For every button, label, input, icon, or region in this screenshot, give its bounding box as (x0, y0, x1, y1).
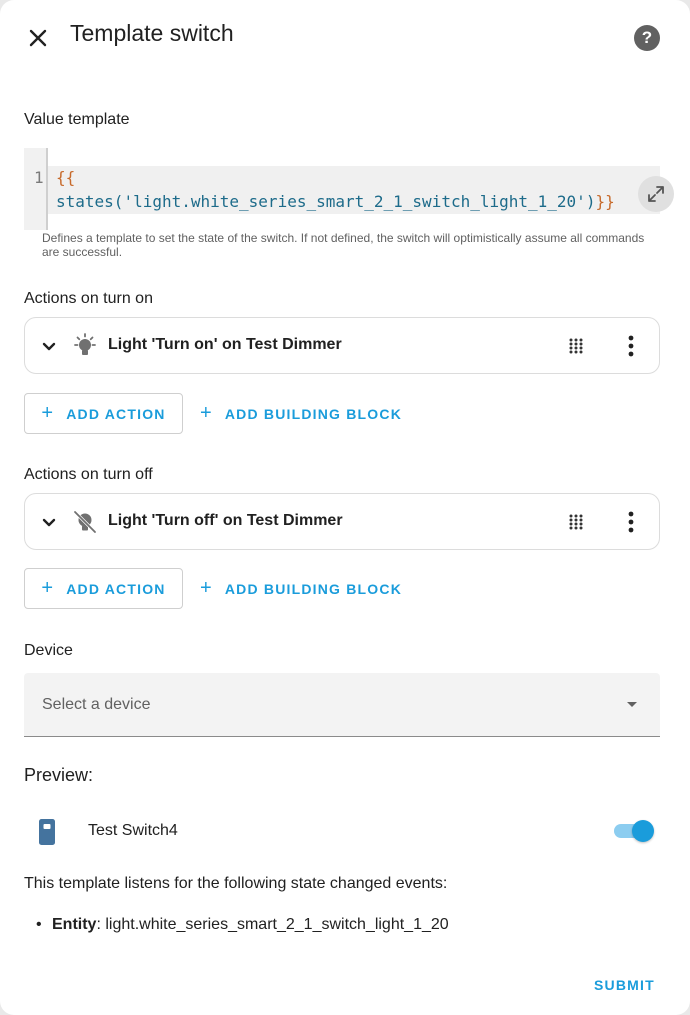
add-action-label: ADD ACTION (66, 580, 166, 597)
code-brace-close: }} (595, 192, 615, 211)
chevron-down-icon[interactable] (39, 512, 59, 532)
device-label: Device (24, 642, 73, 659)
plus-icon: + (199, 577, 213, 599)
code-line-2: states('light.white_series_smart_2_1_swi… (56, 192, 615, 211)
dialog-header: Template switch ? (0, 0, 690, 76)
turn-on-action-label: Light 'Turn on' on Test Dimmer (108, 336, 342, 353)
value-template-helper: Defines a template to set the state of t… (42, 231, 645, 259)
listened-entity-item: • Entity: light.white_series_smart_2_1_s… (36, 916, 449, 934)
code-function: states (56, 192, 114, 211)
submit-button[interactable]: SUBMIT (590, 975, 659, 995)
turn-on-action-card[interactable]: Light 'Turn on' on Test Dimmer (24, 317, 660, 374)
turn-on-add-building-block-button[interactable]: + ADD BUILDING BLOCK (196, 393, 406, 434)
listen-description: This template listens for the following … (24, 875, 448, 892)
code-content[interactable]: {{ states('light.white_series_smart_2_1_… (48, 166, 674, 214)
turn-off-add-building-block-button[interactable]: + ADD BUILDING BLOCK (196, 568, 406, 609)
line-number: 1 (34, 168, 44, 187)
help-icon[interactable]: ? (634, 25, 660, 51)
value-template-label: Value template (24, 111, 130, 128)
code-editor[interactable]: 1 {{ states('light.white_series_smart_2_… (24, 148, 674, 230)
entity-key: Entity (52, 916, 97, 933)
add-building-block-label: ADD BUILDING BLOCK (224, 580, 403, 597)
code-string: 'light.white_series_smart_2_1_switch_lig… (123, 192, 586, 211)
switch-icon (39, 819, 55, 845)
turn-off-action-card[interactable]: Light 'Turn off' on Test Dimmer (24, 493, 660, 550)
dropdown-arrow-icon (627, 702, 637, 707)
more-vert-icon[interactable] (621, 508, 641, 536)
turn-on-add-action-button[interactable]: + ADD ACTION (24, 393, 183, 434)
turn-off-add-action-button[interactable]: + ADD ACTION (24, 568, 183, 609)
plus-icon: + (41, 577, 55, 599)
add-action-label: ADD ACTION (66, 405, 166, 422)
more-vert-icon[interactable] (621, 332, 641, 360)
turn-off-action-label: Light 'Turn off' on Test Dimmer (108, 512, 343, 529)
turn-on-label: Actions on turn on (24, 290, 153, 307)
code-paren-open: ( (113, 192, 124, 211)
code-line-1: {{ (56, 168, 76, 187)
device-select-placeholder: Select a device (42, 696, 151, 713)
lightbulb-off-icon (73, 510, 97, 534)
bullet: • (36, 916, 42, 933)
device-select[interactable]: Select a device (24, 673, 660, 737)
lightbulb-on-icon (74, 333, 96, 355)
template-switch-dialog: Template switch ? Value template 1 {{ st… (0, 0, 690, 1015)
close-icon (29, 29, 47, 47)
turn-off-label: Actions on turn off (24, 466, 153, 483)
add-building-block-label: ADD BUILDING BLOCK (224, 405, 403, 422)
toggle-knob (632, 820, 654, 842)
preview-title: Preview: (24, 765, 94, 785)
plus-icon: + (199, 402, 213, 424)
code-paren-close: ) (585, 192, 596, 211)
drag-handle-icon[interactable] (568, 337, 584, 355)
chevron-down-icon[interactable] (39, 336, 59, 356)
preview-entity-name: Test Switch4 (88, 822, 178, 839)
drag-handle-icon[interactable] (568, 513, 584, 531)
preview-toggle[interactable] (612, 820, 656, 842)
entity-value: : light.white_series_smart_2_1_switch_li… (96, 916, 449, 933)
expand-icon (648, 186, 664, 202)
dialog-title: Template switch (70, 20, 234, 46)
line-gutter: 1 (24, 148, 48, 230)
plus-icon: + (41, 402, 55, 424)
close-button[interactable] (22, 22, 54, 54)
expand-button[interactable] (638, 176, 674, 212)
